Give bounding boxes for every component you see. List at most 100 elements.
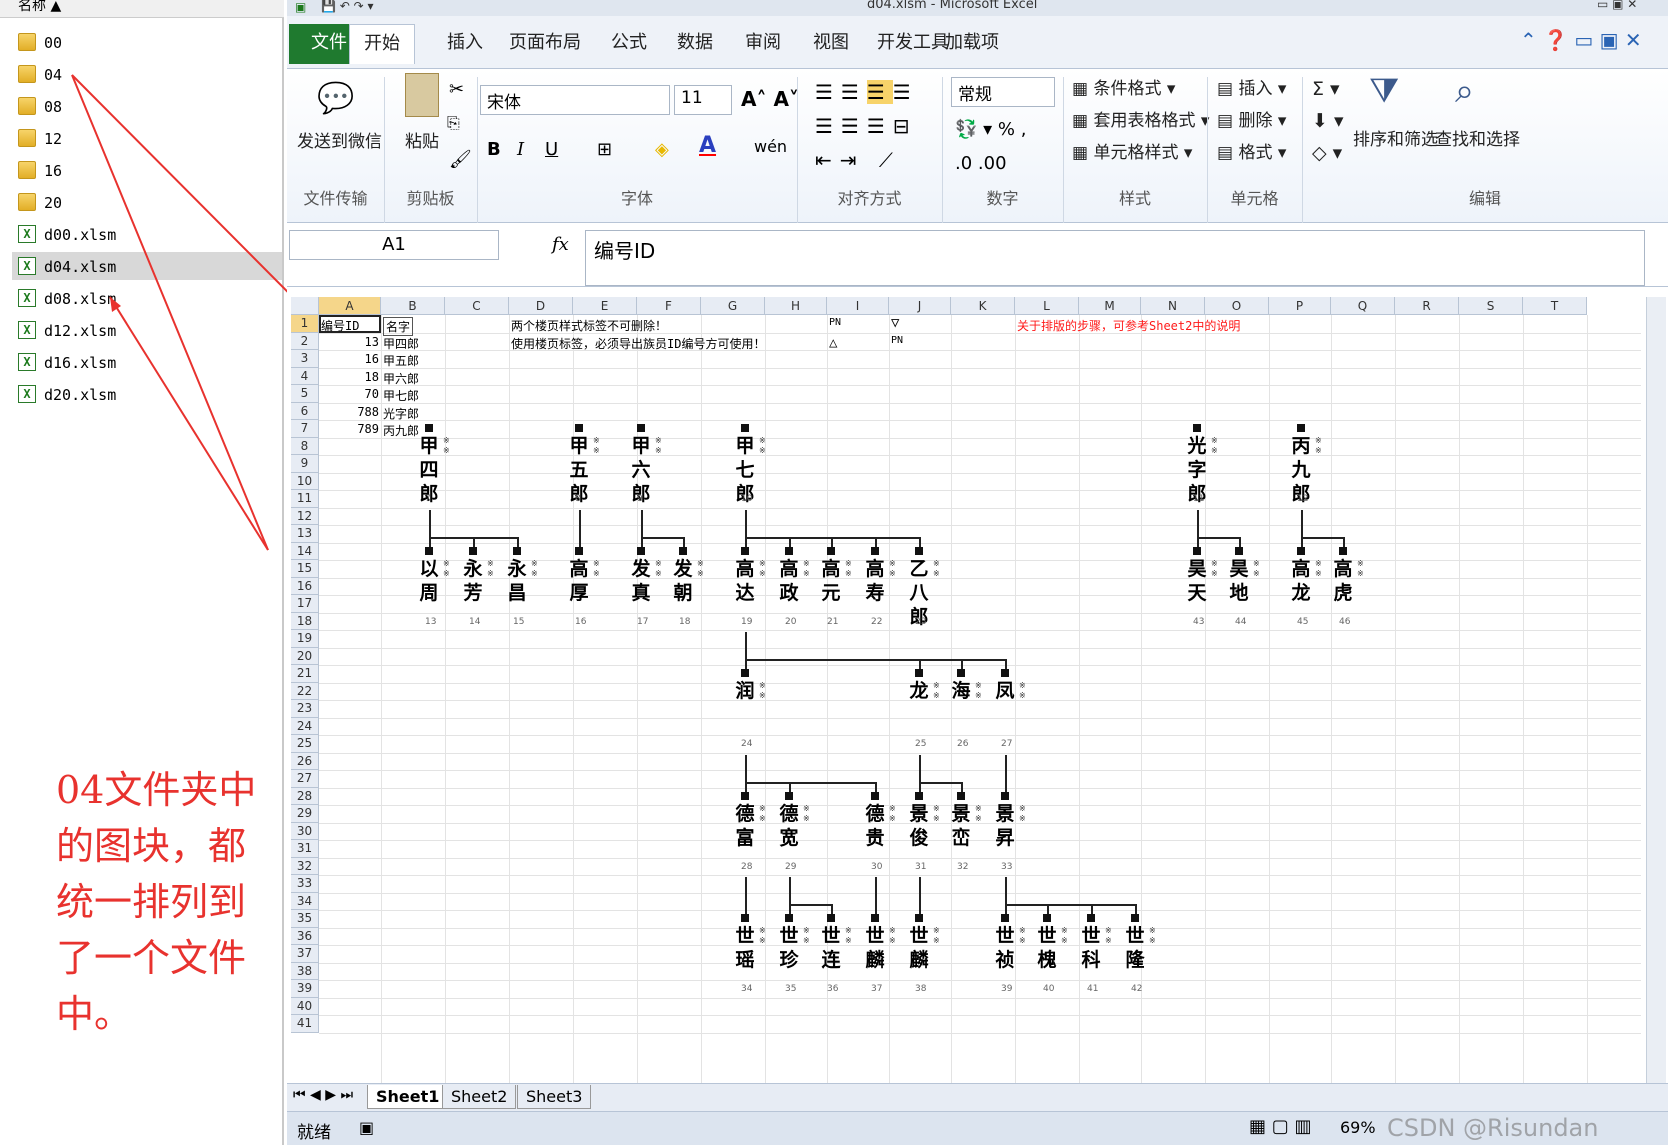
window-controls-icon[interactable]: ▭ ▣ ✕ (1597, 0, 1637, 11)
select-all-corner[interactable] (291, 297, 319, 315)
phonetic-icon[interactable]: wén (754, 137, 787, 156)
font-color-icon[interactable]: A (699, 133, 716, 158)
row-header[interactable]: 23 (291, 700, 319, 718)
sort-filter-button[interactable]: 排序和筛选 (1353, 125, 1438, 150)
row-header[interactable]: 7 (291, 420, 319, 438)
grow-font-icon[interactable]: A˄ A˅ (741, 87, 799, 111)
col-header-S[interactable]: S (1459, 297, 1523, 315)
row-header[interactable]: 9 (291, 455, 319, 473)
sheet-tab-Sheet3[interactable]: Sheet3 (517, 1085, 592, 1109)
col-header-C[interactable]: C (445, 297, 509, 315)
copy-icon[interactable]: ⎘ (447, 113, 460, 133)
find-select-button[interactable]: 查找和选择 (1435, 125, 1520, 150)
tab-5[interactable]: 审阅 (731, 24, 795, 64)
bold-button[interactable]: B (487, 139, 501, 160)
number-icons[interactable]: 💱 ▾ % , .0 .00 (955, 113, 1026, 181)
tab-8[interactable]: 加载项 (931, 24, 1013, 64)
row-header[interactable]: 41 (291, 1015, 319, 1033)
col-header-A[interactable]: A (319, 297, 381, 315)
col-header-T[interactable]: T (1523, 297, 1587, 315)
paste-button[interactable]: 粘贴 (405, 127, 439, 152)
col-header-E[interactable]: E (573, 297, 637, 315)
row-header[interactable]: 8 (291, 437, 319, 455)
cut-icon[interactable]: ✂ (449, 79, 464, 100)
row-header[interactable]: 26 (291, 752, 319, 770)
border-icon[interactable]: ⊞ (597, 139, 612, 160)
tab-4[interactable]: 数据 (663, 24, 727, 64)
row-header[interactable]: 38 (291, 962, 319, 980)
row-header[interactable]: 40 (291, 997, 319, 1015)
row-header[interactable]: 39 (291, 980, 319, 998)
autosum-icons[interactable]: Σ ▾ ⬇ ▾ ◇ ▾ (1312, 73, 1344, 169)
col-header-I[interactable]: I (827, 297, 889, 315)
macro-icon[interactable]: ▣ (359, 1118, 374, 1137)
row-header[interactable]: 27 (291, 770, 319, 788)
row-header[interactable]: 34 (291, 892, 319, 910)
row-header[interactable]: 15 (291, 560, 319, 578)
styles-group-buttons[interactable]: ▦ 条件格式 ▾ ▦ 套用表格格式 ▾ ▦ 单元格样式 ▾ (1072, 73, 1209, 169)
font-size-select[interactable]: 11 (674, 85, 732, 115)
italic-button[interactable]: I (517, 139, 524, 160)
row-header[interactable]: 33 (291, 875, 319, 893)
row-header[interactable]: 22 (291, 682, 319, 700)
underline-button[interactable]: U (545, 139, 558, 160)
row-header[interactable]: 4 (291, 367, 319, 385)
sheet-tab-Sheet2[interactable]: Sheet2 (442, 1085, 517, 1109)
col-header-K[interactable]: K (951, 297, 1015, 315)
col-header-Q[interactable]: Q (1331, 297, 1395, 315)
tab-0[interactable]: 开始 (349, 24, 415, 64)
send-wechat-button[interactable]: 发送到微信 (297, 127, 382, 152)
row-header[interactable]: 17 (291, 595, 319, 613)
sheet-tab-Sheet1[interactable]: Sheet1 (367, 1085, 449, 1109)
col-header-D[interactable]: D (509, 297, 573, 315)
row-header[interactable]: 1 (291, 315, 319, 333)
row-header[interactable]: 2 (291, 332, 319, 350)
formula-input[interactable]: 编号ID (585, 230, 1645, 286)
row-header[interactable]: 18 (291, 612, 319, 630)
col-header-M[interactable]: M (1079, 297, 1141, 315)
help-icon[interactable]: ⌃ ❓ ▭ ▣ ✕ (1520, 28, 1642, 52)
row-header[interactable]: 10 (291, 472, 319, 490)
tab-2[interactable]: 页面布局 (495, 24, 595, 64)
row-header[interactable]: 16 (291, 577, 319, 595)
font-name-select[interactable]: 宋体 (480, 85, 670, 115)
row-header[interactable]: 30 (291, 822, 319, 840)
row-header[interactable]: 6 (291, 402, 319, 420)
row-header[interactable]: 21 (291, 665, 319, 683)
row-header[interactable]: 28 (291, 787, 319, 805)
row-header[interactable]: 29 (291, 805, 319, 823)
row-header[interactable]: 13 (291, 525, 319, 543)
row-header[interactable]: 25 (291, 735, 319, 753)
col-header-G[interactable]: G (701, 297, 765, 315)
format-painter-icon[interactable]: 🖌 (449, 149, 472, 170)
row-header[interactable]: 32 (291, 857, 319, 875)
vertical-scrollbar[interactable] (1646, 297, 1666, 1083)
row-header[interactable]: 12 (291, 507, 319, 525)
zoom-level[interactable]: 69% (1340, 1118, 1376, 1137)
row-header[interactable]: 36 (291, 927, 319, 945)
col-header-N[interactable]: N (1141, 297, 1205, 315)
row-header[interactable]: 14 (291, 542, 319, 560)
row-header[interactable]: 35 (291, 910, 319, 928)
col-header-R[interactable]: R (1395, 297, 1459, 315)
cells-group-buttons[interactable]: ▤ 插入 ▾ ▤ 删除 ▾ ▤ 格式 ▾ (1217, 73, 1286, 169)
col-header-O[interactable]: O (1205, 297, 1269, 315)
align-icons[interactable]: ☰☰☰☰ ☰☰☰⊟ ⇤⇥ ⟋ (815, 75, 919, 177)
row-header[interactable]: 24 (291, 717, 319, 735)
fx-button[interactable]: fx (552, 234, 569, 255)
row-header[interactable]: 19 (291, 630, 319, 648)
number-format-select[interactable]: 常规 (951, 77, 1055, 107)
row-header[interactable]: 37 (291, 945, 319, 963)
col-header-B[interactable]: B (381, 297, 445, 315)
view-icons[interactable]: ▦ ▢ ▥ (1249, 1116, 1311, 1137)
col-header-J[interactable]: J (889, 297, 951, 315)
worksheet-grid[interactable]: A B C D E F G H I J K L M N O P Q R S T 1 2 3 4 5 6 7 8 9 10 11 12 13 14 1… (291, 297, 1641, 1083)
col-header-H[interactable]: H (765, 297, 827, 315)
fill-color-icon[interactable]: ◈ (655, 139, 669, 160)
quick-access-icons[interactable]: 💾 ↶ ↷ ▾ (321, 0, 374, 13)
row-header[interactable]: 31 (291, 840, 319, 858)
col-header-P[interactable]: P (1269, 297, 1331, 315)
row-header[interactable]: 3 (291, 350, 319, 368)
tab-6[interactable]: 视图 (799, 24, 863, 64)
col-header-L[interactable]: L (1015, 297, 1079, 315)
